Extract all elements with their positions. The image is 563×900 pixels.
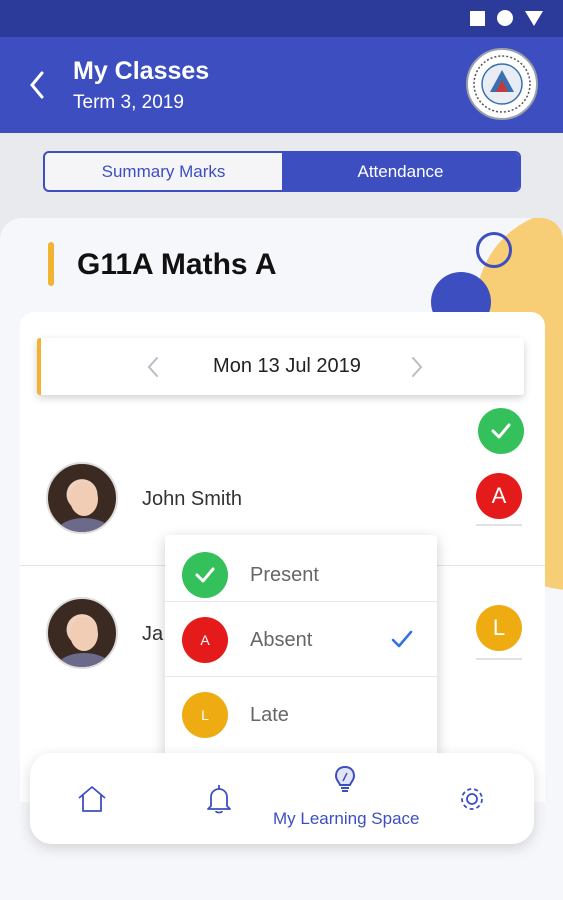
recents-icon — [470, 10, 485, 26]
bell-icon — [207, 784, 231, 813]
student-avatar — [46, 597, 118, 669]
home-system-icon — [497, 10, 513, 26]
attendance-status-dropdown: Present A Absent L Late — [165, 535, 437, 757]
late-status-button[interactable]: L — [476, 605, 522, 651]
student-name[interactable]: John Smith — [142, 488, 242, 511]
late-icon: L — [182, 692, 228, 738]
school-logo — [466, 48, 538, 120]
nav-home[interactable] — [66, 753, 118, 844]
page-subtitle: Term 3, 2019 — [73, 92, 184, 113]
nav-settings[interactable] — [446, 753, 498, 844]
option-label: Late — [250, 704, 289, 726]
date-navigator: Mon 13 Jul 2019 — [37, 338, 524, 395]
present-icon — [182, 552, 228, 598]
previous-date-button[interactable] — [141, 353, 165, 381]
status-underline — [476, 524, 522, 526]
decorative-ring — [476, 232, 512, 268]
absent-status-button[interactable]: A — [476, 473, 522, 519]
option-label: Present — [250, 564, 319, 586]
status-underline — [476, 658, 522, 660]
system-status-bar — [0, 0, 563, 37]
check-icon — [491, 423, 511, 439]
back-button[interactable] — [22, 65, 52, 105]
tab-summary-marks[interactable]: Summary Marks — [45, 153, 282, 190]
selected-check-icon — [391, 630, 413, 648]
chevron-left-icon — [30, 71, 44, 99]
chevron-right-icon — [412, 357, 423, 377]
option-late[interactable]: L Late — [165, 677, 437, 751]
chevron-left-icon — [147, 357, 158, 377]
tab-attendance[interactable]: Attendance — [282, 153, 519, 190]
option-label: Absent — [250, 629, 313, 651]
current-date: Mon 13 Jul 2019 — [213, 355, 361, 377]
nav-notifications[interactable] — [193, 753, 245, 844]
student-avatar — [46, 462, 118, 534]
title-accent — [48, 242, 54, 286]
gear-icon — [461, 787, 483, 810]
home-icon — [78, 785, 106, 812]
next-date-button[interactable] — [405, 353, 429, 381]
bottom-navigation: My Learning Space — [30, 753, 534, 844]
option-present[interactable]: Present — [165, 537, 437, 611]
app-bar: My Classes Term 3, 2019 — [0, 37, 563, 133]
back-system-icon — [525, 10, 543, 26]
lightbulb-icon — [335, 766, 355, 792]
nav-label-my-learning-space[interactable]: My Learning Space — [273, 809, 419, 829]
class-title: G11A Maths A — [77, 248, 277, 281]
page-title: My Classes — [73, 57, 210, 85]
view-segmented-control: Summary Marks Attendance — [43, 151, 521, 192]
student-name[interactable]: Ja — [142, 623, 163, 646]
nav-my-learning-space[interactable] — [320, 753, 370, 809]
option-absent[interactable]: A Absent — [165, 602, 437, 676]
present-status-button[interactable] — [478, 408, 524, 454]
absent-icon: A — [182, 617, 228, 663]
check-icon — [195, 567, 215, 583]
